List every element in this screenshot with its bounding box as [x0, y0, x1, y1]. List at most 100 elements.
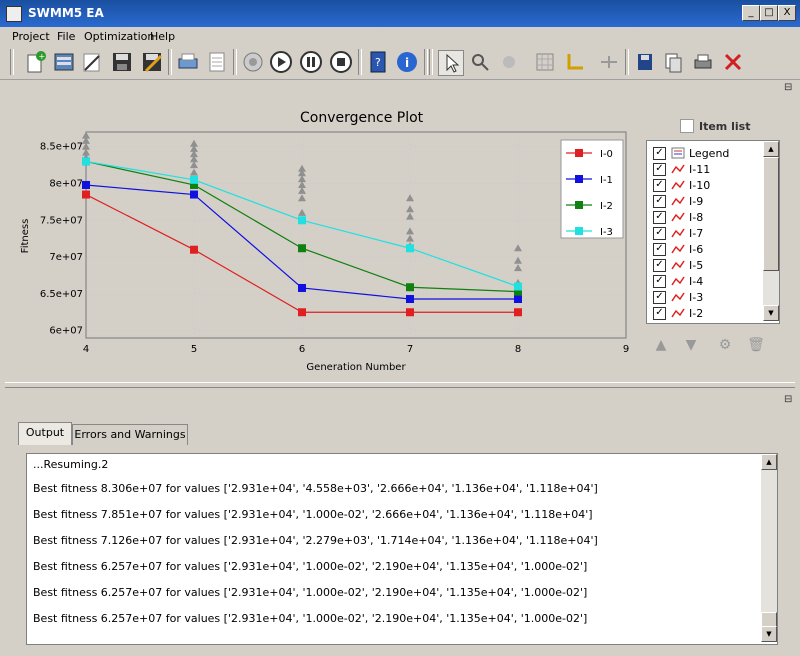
item-list-row[interactable]: ✓ I-4 — [651, 273, 761, 289]
edit-icon[interactable] — [80, 50, 104, 74]
output-scrollbar[interactable]: ▲ ▼ — [761, 454, 777, 642]
toolbar-separator — [625, 49, 629, 75]
tab-errors-and-warnings[interactable]: Errors and Warnings — [72, 424, 188, 445]
svg-text:+: + — [39, 52, 46, 61]
page-icon[interactable] — [205, 50, 229, 74]
series-point — [406, 283, 414, 292]
minimize-button[interactable]: _ — [742, 5, 760, 21]
item-checkbox[interactable]: ✓ — [653, 147, 666, 160]
item-checkbox[interactable]: ✓ — [653, 307, 666, 320]
save-icon[interactable] — [110, 50, 134, 74]
clear-icon[interactable] — [721, 50, 745, 74]
delete-icon[interactable]: 🗑 — [745, 334, 767, 356]
item-list-row[interactable]: ✓ I-7 — [651, 225, 761, 241]
settings-icon[interactable]: ⚙ — [714, 334, 736, 356]
scroll-up-button[interactable]: ▲ — [761, 454, 777, 470]
toolbar-separator — [358, 49, 362, 75]
scroll-thumb[interactable] — [763, 157, 779, 271]
output-line: Best fitness 7.126e+07 for values ['2.93… — [33, 534, 598, 547]
item-checkbox[interactable]: ✓ — [653, 291, 666, 304]
output-line: Best fitness 8.306e+07 for values ['2.93… — [33, 482, 598, 495]
y-tick-label: 6e+07 — [49, 326, 83, 337]
menu-optimization[interactable]: Optimization — [84, 30, 154, 43]
scroll-down-button[interactable]: ▼ — [763, 305, 779, 321]
item-list-row[interactable]: ✓ Legend — [651, 145, 761, 161]
open-icon[interactable] — [52, 50, 76, 74]
series-point — [406, 244, 414, 253]
legend-swatch — [575, 227, 583, 235]
output-console[interactable]: ...Resuming.2 Best fitness 8.306e+07 for … — [26, 453, 778, 645]
save-as-icon[interactable] — [140, 50, 164, 74]
axis-icon[interactable] — [563, 50, 587, 74]
item-list-checkbox[interactable] — [680, 119, 694, 133]
pan-icon[interactable] — [497, 50, 521, 74]
print-icon[interactable] — [691, 50, 715, 74]
curve-icon — [671, 211, 685, 223]
item-list-label: Item list — [699, 120, 751, 133]
menu-file[interactable]: File — [57, 30, 75, 43]
menu-project[interactable]: Project — [12, 30, 50, 43]
scroll-down-button[interactable]: ▼ — [761, 626, 777, 642]
menu-help[interactable]: Help — [150, 30, 175, 43]
item-checkbox[interactable]: ✓ — [653, 179, 666, 192]
play-icon[interactable] — [269, 50, 293, 74]
maximize-button[interactable]: □ — [760, 5, 778, 21]
item-checkbox[interactable]: ✓ — [653, 243, 666, 256]
series-point — [298, 308, 306, 317]
panel-splitter[interactable] — [5, 382, 795, 388]
series-point — [514, 295, 522, 304]
item-list-row[interactable]: ✓ I-2 — [651, 305, 761, 321]
item-list-row[interactable]: ✓ I-3 — [651, 289, 761, 305]
population-point — [514, 264, 522, 272]
item-checkbox[interactable]: ✓ — [653, 211, 666, 224]
close-button[interactable]: X — [778, 5, 796, 21]
legend-label: I-3 — [600, 227, 613, 238]
info-icon[interactable]: i — [395, 50, 419, 74]
tab-output[interactable]: Output — [18, 422, 72, 445]
item-label: Legend — [689, 147, 730, 160]
item-list-row[interactable]: ✓ I-5 — [651, 257, 761, 273]
target-icon[interactable] — [241, 50, 265, 74]
pause-icon[interactable] — [299, 50, 323, 74]
item-checkbox[interactable]: ✓ — [653, 275, 666, 288]
y-tick-label: 6.5e+07 — [40, 289, 83, 300]
population-point — [406, 212, 414, 220]
copy-icon[interactable] — [661, 50, 685, 74]
pointer-icon[interactable] — [438, 50, 464, 76]
toolbar-separator — [233, 49, 237, 75]
item-list-scrollbar[interactable]: ▲ ▼ — [763, 141, 779, 321]
population-point — [514, 256, 522, 264]
move-up-icon[interactable]: ▲ — [650, 334, 672, 356]
stop-icon[interactable] — [329, 50, 353, 74]
new-icon[interactable]: + — [24, 50, 48, 74]
item-list-row[interactable]: ✓ I-6 — [651, 241, 761, 257]
dock-float-button[interactable]: ⊟ — [784, 82, 792, 93]
fit-icon[interactable] — [597, 50, 621, 74]
population-point — [406, 194, 414, 202]
population-point — [406, 205, 414, 213]
curve-icon — [671, 243, 685, 255]
export-icon[interactable] — [633, 50, 657, 74]
series-point — [406, 295, 414, 304]
scroll-up-button[interactable]: ▲ — [763, 141, 779, 157]
grid-icon[interactable] — [533, 50, 557, 74]
help-book-icon[interactable]: ? — [366, 50, 390, 74]
item-list-row[interactable]: ✓ I-10 — [651, 177, 761, 193]
item-list-row[interactable]: ✓ I-11 — [651, 161, 761, 177]
item-checkbox[interactable]: ✓ — [653, 227, 666, 240]
dock-float-button-lower[interactable]: ⊟ — [784, 394, 792, 405]
curve-icon — [671, 291, 685, 303]
y-tick-label: 7e+07 — [49, 252, 83, 263]
item-label: I-10 — [689, 179, 711, 192]
item-list-row[interactable]: ✓ I-8 — [651, 209, 761, 225]
item-checkbox[interactable]: ✓ — [653, 195, 666, 208]
print-preview-icon[interactable] — [176, 50, 200, 74]
legend-label: I-1 — [600, 175, 613, 186]
item-checkbox[interactable]: ✓ — [653, 163, 666, 176]
item-list-row[interactable]: ✓ I-9 — [651, 193, 761, 209]
zoom-icon[interactable] — [468, 50, 492, 74]
y-tick-label: 8.5e+07 — [40, 142, 83, 153]
item-checkbox[interactable]: ✓ — [653, 259, 666, 272]
x-tick-label: 6 — [299, 344, 305, 355]
move-down-icon[interactable]: ▼ — [680, 334, 702, 356]
